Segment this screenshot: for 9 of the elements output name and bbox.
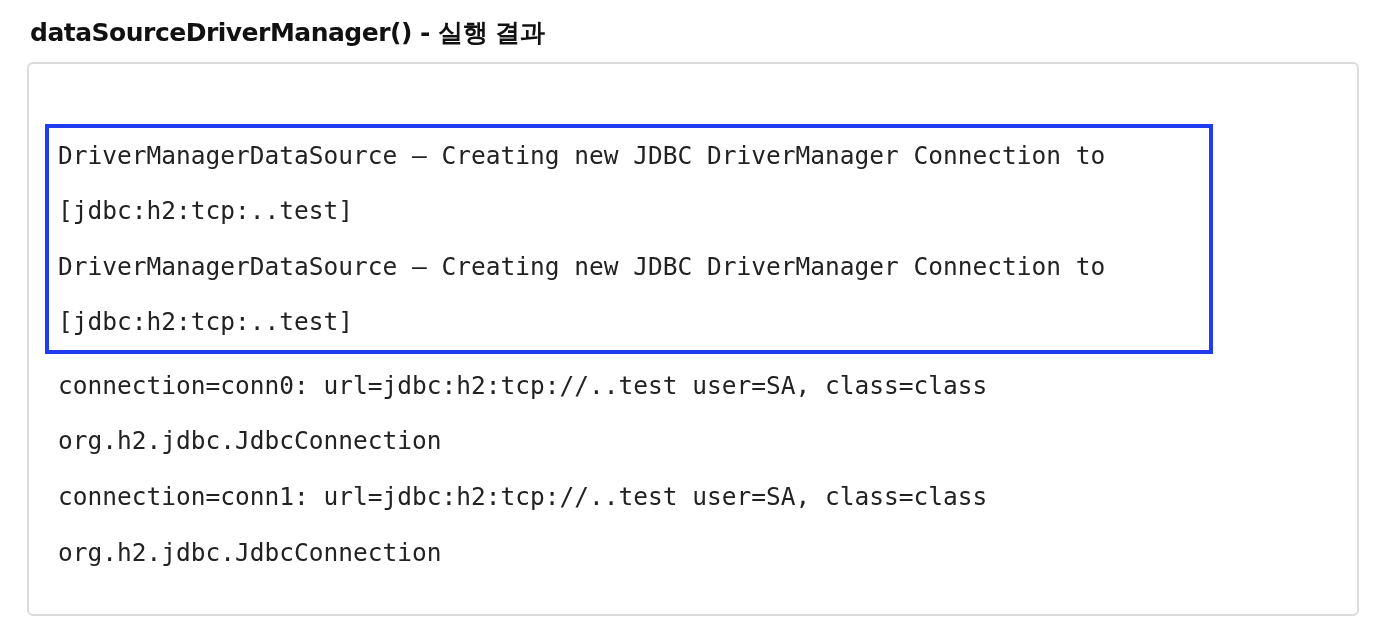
log-line: [jdbc:h2:tcp:..test] bbox=[58, 306, 354, 339]
log-line: [jdbc:h2:tcp:..test] bbox=[58, 195, 354, 228]
log-line: connection=conn1: url=jdbc:h2:tcp://..test user=SA, class=class bbox=[58, 481, 989, 514]
log-line: org.h2.jdbc.JdbcConnection bbox=[58, 536, 443, 569]
log-line: DriverManagerDataSource – Creating new JDBC DriverManager Connection to bbox=[58, 139, 1107, 172]
log-line: connection=conn0: url=jdbc:h2:tcp://..test user=SA, class=class bbox=[58, 369, 989, 402]
log-line: DriverManagerDataSource – Creating new JDBC DriverManager Connection to bbox=[58, 250, 1107, 283]
section-title: dataSourceDriverManager() - 실행 결과 bbox=[30, 17, 546, 49]
log-line: org.h2.jdbc.JdbcConnection bbox=[58, 425, 443, 458]
